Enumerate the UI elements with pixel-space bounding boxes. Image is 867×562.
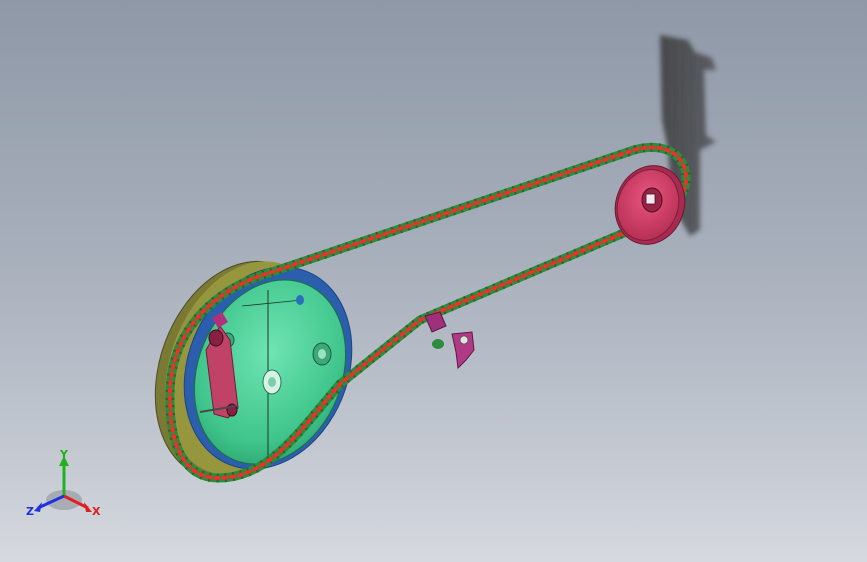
chain-guide: [424, 311, 475, 370]
model-scene[interactable]: [0, 0, 867, 562]
x-axis-label: X: [92, 505, 101, 518]
axis-triad: Y X Z: [26, 448, 101, 518]
y-axis-label: Y: [59, 448, 69, 461]
graphics-viewport[interactable]: Y X Z: [0, 0, 867, 562]
z-axis-label: Z: [26, 505, 34, 518]
